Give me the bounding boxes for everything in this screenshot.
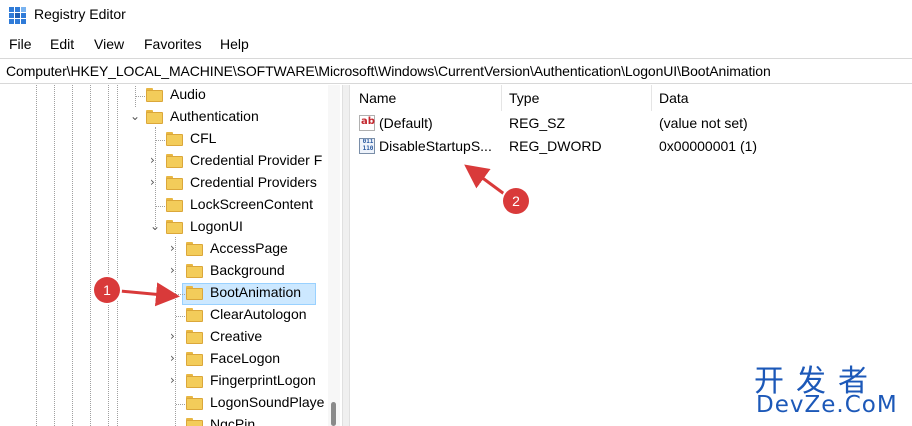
folder-icon	[166, 154, 183, 168]
column-header-type[interactable]: Type	[509, 90, 539, 106]
tree-item-label: FaceLogon	[210, 350, 281, 366]
menu-edit[interactable]: Edit	[50, 36, 74, 52]
folder-icon	[186, 352, 203, 366]
value-type: REG_DWORD	[509, 138, 602, 154]
tree-item-label: CFL	[190, 130, 217, 146]
folder-icon	[166, 220, 183, 234]
menu-view[interactable]: View	[94, 36, 124, 52]
tree-item-background[interactable]: › Background	[0, 261, 328, 283]
tree-item-clearautologon[interactable]: ClearAutologon	[0, 305, 328, 327]
address-path[interactable]: Computer\HKEY_LOCAL_MACHINE\SOFTWARE\Mic…	[6, 63, 771, 79]
chevron-right-icon[interactable]: ›	[170, 329, 175, 343]
folder-icon	[146, 88, 163, 102]
tree-item-accesspage[interactable]: › AccessPage	[0, 239, 328, 261]
tree-item-label: Creative	[210, 328, 263, 344]
folder-icon	[186, 330, 203, 344]
tree-connector	[176, 294, 185, 295]
tree-item-label: Credential Provider F	[190, 152, 323, 168]
chevron-right-icon[interactable]: ›	[170, 351, 175, 365]
value-row-default[interactable]: ab (Default) REG_SZ (value not set)	[351, 113, 912, 135]
tree-connector	[176, 404, 185, 405]
value-name: (Default)	[379, 115, 433, 131]
tree-item-lockscreencontent[interactable]: LockScreenContent	[0, 195, 328, 217]
tree-item-audio[interactable]: Audio	[0, 85, 328, 107]
value-row-disablestartupsound[interactable]: 011 110 DisableStartupS... REG_DWORD 0x0…	[351, 136, 912, 158]
folder-icon	[186, 308, 203, 322]
tree-item-fingerprintlogon[interactable]: › FingerprintLogon	[0, 371, 328, 393]
tree-item-label: Credential Providers	[190, 174, 317, 190]
folder-icon	[186, 374, 203, 388]
binary-value-icon: 011 110	[359, 138, 375, 154]
value-type: REG_SZ	[509, 115, 566, 131]
folder-icon	[186, 396, 203, 410]
tree-item-label: Authentication	[170, 108, 259, 124]
tree-item-logonsoundplayer[interactable]: LogonSoundPlaye	[0, 393, 328, 415]
tree-item-ngcpin[interactable]: NgcPin	[0, 415, 328, 426]
menu-favorites[interactable]: Favorites	[144, 36, 202, 52]
column-separator[interactable]	[651, 85, 652, 111]
registry-editor-icon	[9, 7, 26, 24]
folder-icon	[166, 132, 183, 146]
tree-item-label: NgcPin	[210, 416, 256, 426]
tree-item-label: ClearAutologon	[210, 306, 307, 322]
tree-item-credential-providers[interactable]: › Credential Providers	[0, 173, 328, 195]
chevron-right-icon[interactable]: ›	[170, 241, 175, 255]
value-name: DisableStartupS...	[379, 138, 492, 154]
tree-connector	[136, 96, 145, 97]
tree-item-label: LogonUI	[190, 218, 243, 234]
tree-item-authentication[interactable]: ⌄ Authentication	[0, 107, 328, 129]
value-data: 0x00000001 (1)	[659, 138, 758, 154]
tree-item-label: FingerprintLogon	[210, 372, 316, 388]
tree-item-label: Audio	[170, 86, 206, 102]
folder-icon	[186, 286, 203, 300]
folder-icon	[186, 242, 203, 256]
annotation-badge-2: 2	[503, 188, 529, 214]
menu-bar: File Edit View Favorites Help	[0, 34, 912, 56]
annotation-badge-1: 1	[94, 277, 120, 303]
address-bar[interactable]: Computer\HKEY_LOCAL_MACHINE\SOFTWARE\Mic…	[0, 58, 912, 84]
key-tree[interactable]: Audio ⌄ Authentication CFL › Credential …	[0, 85, 340, 426]
folder-icon	[146, 110, 163, 124]
chevron-right-icon[interactable]: ›	[150, 175, 155, 189]
tree-scrollbar[interactable]	[328, 85, 340, 426]
chevron-right-icon[interactable]: ›	[170, 373, 175, 387]
column-header-data[interactable]: Data	[659, 90, 689, 106]
tree-item-bootanimation[interactable]: BootAnimation	[0, 283, 328, 305]
tree-item-label: LogonSoundPlaye	[210, 394, 325, 410]
tree-item-logonui[interactable]: ⌄ LogonUI	[0, 217, 328, 239]
folder-icon	[166, 176, 183, 190]
title-bar: Registry Editor	[0, 0, 912, 32]
chevron-down-icon[interactable]: ⌄	[150, 219, 160, 233]
folder-icon	[166, 198, 183, 212]
tree-connector	[156, 140, 165, 141]
string-value-icon: ab	[359, 115, 375, 131]
folder-icon	[186, 418, 203, 426]
pane-splitter[interactable]	[342, 85, 350, 426]
chevron-right-icon[interactable]: ›	[150, 153, 155, 167]
tree-connector	[156, 206, 165, 207]
window-title: Registry Editor	[34, 6, 126, 22]
tree-scrollbar-thumb[interactable]	[331, 402, 336, 426]
column-separator[interactable]	[501, 85, 502, 111]
tree-item-credential-provider-f[interactable]: › Credential Provider F	[0, 151, 328, 173]
menu-help[interactable]: Help	[220, 36, 249, 52]
folder-icon	[186, 264, 203, 278]
menu-file[interactable]: File	[9, 36, 32, 52]
watermark-latin: DevZe.CoM	[756, 392, 898, 418]
tree-item-cfl[interactable]: CFL	[0, 129, 328, 151]
tree-connector	[176, 316, 185, 317]
tree-item-label: BootAnimation	[210, 284, 302, 300]
tree-item-label: AccessPage	[210, 240, 288, 256]
chevron-down-icon[interactable]: ⌄	[130, 109, 140, 123]
column-header-name[interactable]: Name	[359, 90, 396, 106]
tree-item-label: LockScreenContent	[190, 196, 313, 212]
tree-item-creative[interactable]: › Creative	[0, 327, 328, 349]
chevron-right-icon[interactable]: ›	[170, 263, 175, 277]
value-data: (value not set)	[659, 115, 748, 131]
tree-item-facelogon[interactable]: › FaceLogon	[0, 349, 328, 371]
tree-item-label: Background	[210, 262, 285, 278]
